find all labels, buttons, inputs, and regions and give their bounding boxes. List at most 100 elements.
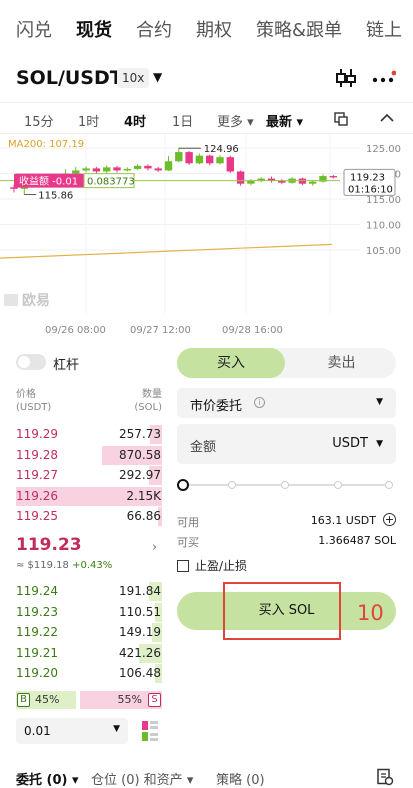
buy-tab[interactable]: 买入 [177,348,285,378]
tab-options[interactable]: 期权 [196,16,232,42]
ob-price-header: 价格 (USDT) [16,389,52,413]
order-qty: 292.97 [119,468,161,482]
candlestick-icon[interactable] [335,66,357,90]
tab-swap[interactable]: 闪兑 [16,16,52,42]
candle-body [206,155,214,164]
orderbook-bid-row[interactable]: 119.23 110.51 [16,602,162,623]
candle-body [144,165,152,169]
orderbook-bid-row[interactable]: 119.20 106.48 [16,663,162,684]
checkbox-icon[interactable] [177,560,189,572]
buy-sell-ratio: B 45% 55% S [16,691,162,709]
info-icon[interactable]: i [254,397,265,408]
candle-body [298,178,307,184]
okx-logo-icon [4,294,18,306]
order-history-icon[interactable] [376,768,394,786]
tab-futures[interactable]: 合约 [136,16,172,42]
order-qty: 66.86 [126,509,161,523]
margin-toggle[interactable] [16,354,46,370]
chevron-right-icon[interactable]: › [152,540,157,555]
tab-orders[interactable]: 委托 (0) ▾ [16,769,79,788]
tab-spot[interactable]: 现货 [76,16,112,42]
orderbook-bid-row[interactable]: 119.21 421.26 [16,643,162,664]
orderbook-ask-row[interactable]: 119.26 2.15K [16,486,162,507]
tab-orders-label: 委托 (0) [16,773,68,788]
collapse-chart-icon[interactable] [380,113,394,123]
candle-body [329,176,337,178]
candle-body [154,168,162,171]
high-price-label: 124.96 [204,144,239,155]
x-tick-label: 09/28 16:00 [222,325,283,336]
orderbook-ask-row[interactable]: 119.27 292.97 [16,465,162,486]
order-price: 119.20 [16,666,58,680]
order-price: 119.26 [16,488,58,503]
amount-unit-select[interactable]: USDT [332,436,368,451]
available-label: 可用 [177,516,199,529]
tf-15m[interactable]: 15分 [24,111,54,130]
orderbook-bid-row[interactable]: 119.22 149.19 [16,622,162,643]
slider-knob[interactable] [177,479,189,491]
depth-value: 0.01 [24,724,51,738]
ob-qty-header: 数量 (SOL) [134,389,162,413]
orderbook-ask-row[interactable]: 119.25 66.86 [16,506,162,527]
depth-precision-select[interactable]: 0.01 ▼ [16,718,128,744]
low-price-label: 115.86 [38,191,73,202]
price-chart[interactable]: 125.00120.00115.00110.00105.0009/26 08:0… [0,134,413,342]
slider-tick-100[interactable] [385,481,393,489]
price-type-select[interactable]: 最新 ▾ [266,111,303,130]
candle-body [226,157,234,172]
tf-1d[interactable]: 1日 [172,111,193,130]
current-price-label: 119.23 [350,172,385,183]
order-qty: 191.84 [119,584,161,598]
tab-strategy[interactable]: 策略&跟单 [256,16,342,42]
buy-badge: B [17,693,30,707]
tf-1h[interactable]: 1时 [78,111,99,130]
amount-slider[interactable] [177,476,396,494]
candle-body [185,152,193,164]
bottom-tabs: 委托 (0) ▾ 仓位 (0) 和资产 ▾ 策略 (0) [0,758,413,788]
more-dots-icon[interactable] [372,70,396,86]
tf-4h[interactable]: 4时 [124,111,146,130]
order-type-select[interactable]: 市价委托 i ▼ [177,388,396,418]
buyable-label: 可买 [177,536,199,549]
tpsl-label: 止盈/止损 [195,559,248,573]
indicator-settings-icon[interactable] [333,111,349,127]
ma200-line [0,243,333,259]
buy-ratio-value: 45% [35,693,60,706]
x-tick-label: 09/26 08:00 [45,325,106,336]
slider-tick-50[interactable] [281,481,289,489]
order-qty: 110.51 [119,604,161,619]
amount-input[interactable]: 金额 USDT ▼ [177,424,396,464]
tf-more[interactable]: 更多 ▾ [217,111,254,130]
order-price: 119.22 [16,625,58,639]
margin-label: 杠杆 [53,358,80,373]
available-value: 163.1 USDT [310,514,376,527]
orderbook-ask-row[interactable]: 119.29 257.73 [16,424,162,445]
orderbook-bid-row[interactable]: 119.24 191.84 [16,581,162,602]
slider-tick-75[interactable] [334,481,342,489]
orderbook-ask-row[interactable]: 119.28 870.58 [16,445,162,466]
candle-body [103,167,111,172]
chevron-down-icon: ▼ [376,439,383,449]
sell-tab[interactable]: 卖出 [287,348,396,378]
pair-name[interactable]: SOL/USDT [16,67,123,89]
sell-badge: S [148,693,161,707]
tpsl-checkbox[interactable]: 止盈/止损 [177,557,247,574]
pair-dropdown-icon[interactable]: ▼ [153,70,162,84]
order-qty: 149.19 [119,625,161,639]
tab-positions[interactable]: 仓位 (0) 和资产 ▾ [91,769,193,788]
last-price-usd: ≈ $119.18 +0.43% [16,560,112,571]
candle-body [195,155,204,164]
plus-circle-icon[interactable]: + [383,513,396,526]
order-price: 119.21 [16,645,58,660]
order-price: 119.23 [16,604,58,619]
highlight-box [223,582,341,640]
amount-label: 金额 [190,440,217,455]
slider-tick-25[interactable] [228,481,236,489]
candle-body [82,168,90,171]
last-price[interactable]: 119.23 [16,535,82,555]
countdown-label: 01:16:10 [348,184,393,195]
tab-onchain[interactable]: 链上 [366,16,402,42]
tab-strategies[interactable]: 策略 (0) [216,769,265,788]
orderbook-layout-icon[interactable] [141,720,159,742]
candle-body [309,181,317,184]
